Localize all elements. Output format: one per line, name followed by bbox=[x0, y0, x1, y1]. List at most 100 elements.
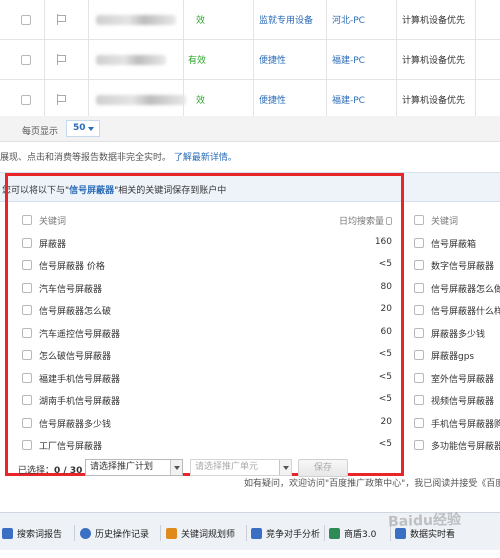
title-prefix: 您可以将以下与" bbox=[2, 186, 70, 196]
keyword-checkbox[interactable] bbox=[22, 305, 32, 315]
keyword-name: 信号屏蔽器怎么破 bbox=[39, 307, 112, 317]
keyword-checkbox[interactable] bbox=[22, 260, 32, 270]
suggestion-header: 您可以将以下与"信号屏蔽器"相关的关键词保存到账户中 bbox=[0, 172, 500, 202]
keyword-name: 数字信号屏蔽器 bbox=[431, 262, 495, 272]
keyword-row[interactable]: 屏蔽器gps bbox=[414, 345, 500, 368]
per-page-value: 50 bbox=[73, 123, 86, 133]
keyword-checkbox[interactable] bbox=[414, 260, 424, 270]
per-page-select[interactable]: 50 bbox=[66, 120, 100, 137]
keyword-checkbox[interactable] bbox=[414, 350, 424, 360]
select-all-checkbox[interactable] bbox=[414, 215, 424, 225]
keyword-volume: 80 bbox=[380, 281, 392, 292]
keyword-list-header: 关键词 日均搜索量 bbox=[22, 210, 398, 233]
chevron-down-icon bbox=[88, 127, 94, 131]
result-table: 效 监就专用设备 河北-PC 计算机设备优先 有效 便捷性 福建-PC 计算机设… bbox=[0, 0, 500, 120]
keyword-checkbox[interactable] bbox=[414, 440, 424, 450]
selected-label: 已选择： bbox=[18, 466, 55, 476]
keyword-name: 信号屏蔽器 价格 bbox=[39, 262, 105, 272]
table-row: 效 便捷性 福建-PC 计算机设备优先 bbox=[0, 80, 500, 120]
keyword-row[interactable]: 屏蔽器多少钱 bbox=[414, 323, 500, 346]
keyword-row[interactable]: 信号屏蔽器什么样 bbox=[414, 300, 500, 323]
keyword-checkbox[interactable] bbox=[414, 327, 424, 338]
device-link[interactable]: 监就专用设备 bbox=[259, 0, 313, 39]
keyword-row[interactable]: 室外信号屏蔽器 bbox=[414, 368, 500, 391]
competitor-icon bbox=[251, 527, 262, 539]
keyword-row[interactable]: 视频信号屏蔽器 bbox=[414, 390, 500, 413]
tool-label: 关键词规划师 bbox=[181, 529, 236, 540]
title-suffix: "相关的关键词保存到账户中 bbox=[114, 186, 227, 196]
keyword-volume: <5 bbox=[378, 259, 392, 269]
policy-notice: 如有疑问，欢迎访问"百度推广政策中心"，我已阅读并接受《百度推 bbox=[244, 479, 500, 489]
volume-column-header[interactable]: 日均搜索量 bbox=[339, 214, 392, 227]
plan-select[interactable]: 请选择推广计划 bbox=[85, 459, 183, 476]
keyword-name: 室外信号屏蔽器 bbox=[431, 374, 495, 385]
keyword-checkbox[interactable] bbox=[22, 327, 32, 338]
flag-icon[interactable] bbox=[56, 40, 66, 79]
save-button[interactable]: 保存 bbox=[298, 459, 348, 477]
region-link[interactable]: 福建-PC bbox=[332, 80, 365, 119]
keyword-row[interactable]: 湖南手机信号屏蔽器 <5 bbox=[22, 390, 398, 413]
keyword-row[interactable]: 信号屏蔽器怎么破 20 bbox=[22, 300, 398, 323]
region-link[interactable]: 河北-PC bbox=[332, 0, 365, 39]
sort-icon[interactable] bbox=[386, 217, 392, 225]
keyword-checkbox[interactable] bbox=[414, 305, 424, 315]
tool-label: 历史操作记录 bbox=[95, 529, 150, 540]
tool-competitor[interactable]: 竞争对手分析 bbox=[251, 526, 320, 540]
pagination-bar: 每页显示 50 bbox=[0, 116, 500, 142]
tool-search-report[interactable]: 搜索词报告 bbox=[2, 526, 62, 540]
keyword-volume: <5 bbox=[378, 371, 392, 382]
region-link[interactable]: 福建-PC bbox=[332, 40, 365, 79]
toolbar-divider bbox=[74, 525, 75, 541]
keyword-name: 屏蔽器 bbox=[39, 239, 67, 250]
keyword-row[interactable]: 汽车信号屏蔽器 80 bbox=[22, 278, 398, 301]
row-checkbox[interactable] bbox=[21, 40, 31, 79]
flag-icon[interactable] bbox=[56, 80, 66, 119]
keyword-checkbox[interactable] bbox=[414, 417, 424, 428]
tool-history[interactable]: 历史操作记录 bbox=[80, 526, 149, 540]
chevron-down-icon bbox=[279, 460, 291, 475]
keyword-checkbox[interactable] bbox=[414, 372, 424, 383]
flag-icon[interactable] bbox=[56, 0, 66, 39]
device-link[interactable]: 便捷性 bbox=[259, 40, 286, 79]
keyword-row[interactable]: 信号屏蔽器多少钱 20 bbox=[22, 413, 398, 436]
keyword-row[interactable]: 手机信号屏蔽器购 bbox=[414, 413, 500, 436]
keyword-name: 视频信号屏蔽器 bbox=[431, 397, 495, 407]
keyword-checkbox[interactable] bbox=[22, 372, 32, 383]
keyword-row[interactable]: 屏蔽器 160 bbox=[22, 233, 398, 256]
keyword-row[interactable]: 怎么破信号屏蔽器 <5 bbox=[22, 345, 398, 368]
keyword-checkbox[interactable] bbox=[22, 440, 32, 450]
row-checkbox[interactable] bbox=[21, 0, 31, 39]
keyword-row[interactable]: 汽车遥控信号屏蔽器 60 bbox=[22, 323, 398, 346]
plan-select-value: 请选择推广计划 bbox=[90, 462, 154, 472]
unit-select[interactable]: 请选择推广单元 bbox=[190, 459, 292, 476]
status-text: 效 bbox=[196, 96, 206, 106]
keyword-checkbox[interactable] bbox=[22, 237, 32, 248]
select-all-checkbox[interactable] bbox=[22, 215, 32, 225]
tool-shield[interactable]: 商盾3.0 bbox=[329, 526, 376, 540]
row-checkbox[interactable] bbox=[21, 80, 31, 119]
unit-select-value: 请选择推广单元 bbox=[195, 462, 259, 472]
keyword-volume: 60 bbox=[380, 326, 392, 337]
keyword-column-header: 关键词 bbox=[431, 217, 459, 227]
volume-header-label: 日均搜索量 bbox=[338, 217, 384, 227]
keyword-name: 福建手机信号屏蔽器 bbox=[39, 374, 121, 385]
keyword-row[interactable]: 信号屏蔽器怎么做 bbox=[414, 278, 500, 301]
keyword-row[interactable]: 信号屏蔽器 价格 <5 bbox=[22, 255, 398, 278]
keyword-checkbox[interactable] bbox=[414, 395, 424, 405]
tool-keyword-planner[interactable]: 关键词规划师 bbox=[166, 526, 235, 540]
keyword-checkbox[interactable] bbox=[414, 237, 424, 248]
device-link[interactable]: 便捷性 bbox=[259, 80, 286, 119]
keyword-row[interactable]: 数字信号屏蔽器 bbox=[414, 255, 500, 278]
keyword-row[interactable]: 信号屏蔽箱 bbox=[414, 233, 500, 256]
keyword-checkbox[interactable] bbox=[22, 417, 32, 428]
keyword-list-right: 关键词 信号屏蔽箱 数字信号屏蔽器 信号屏蔽器怎么做 信号屏蔽器什么样 屏蔽器多… bbox=[414, 210, 500, 458]
keyword-checkbox[interactable] bbox=[414, 282, 424, 293]
keyword-volume: 20 bbox=[380, 304, 392, 314]
keyword-row[interactable]: 福建手机信号屏蔽器 <5 bbox=[22, 368, 398, 391]
seed-keyword: 信号屏蔽器 bbox=[69, 186, 115, 196]
keyword-checkbox[interactable] bbox=[22, 350, 32, 360]
keyword-checkbox[interactable] bbox=[22, 395, 32, 405]
keyword-checkbox[interactable] bbox=[22, 282, 32, 293]
details-link[interactable]: 了解最新详情。 bbox=[174, 153, 237, 163]
keyword-name: 湖南手机信号屏蔽器 bbox=[39, 397, 121, 407]
